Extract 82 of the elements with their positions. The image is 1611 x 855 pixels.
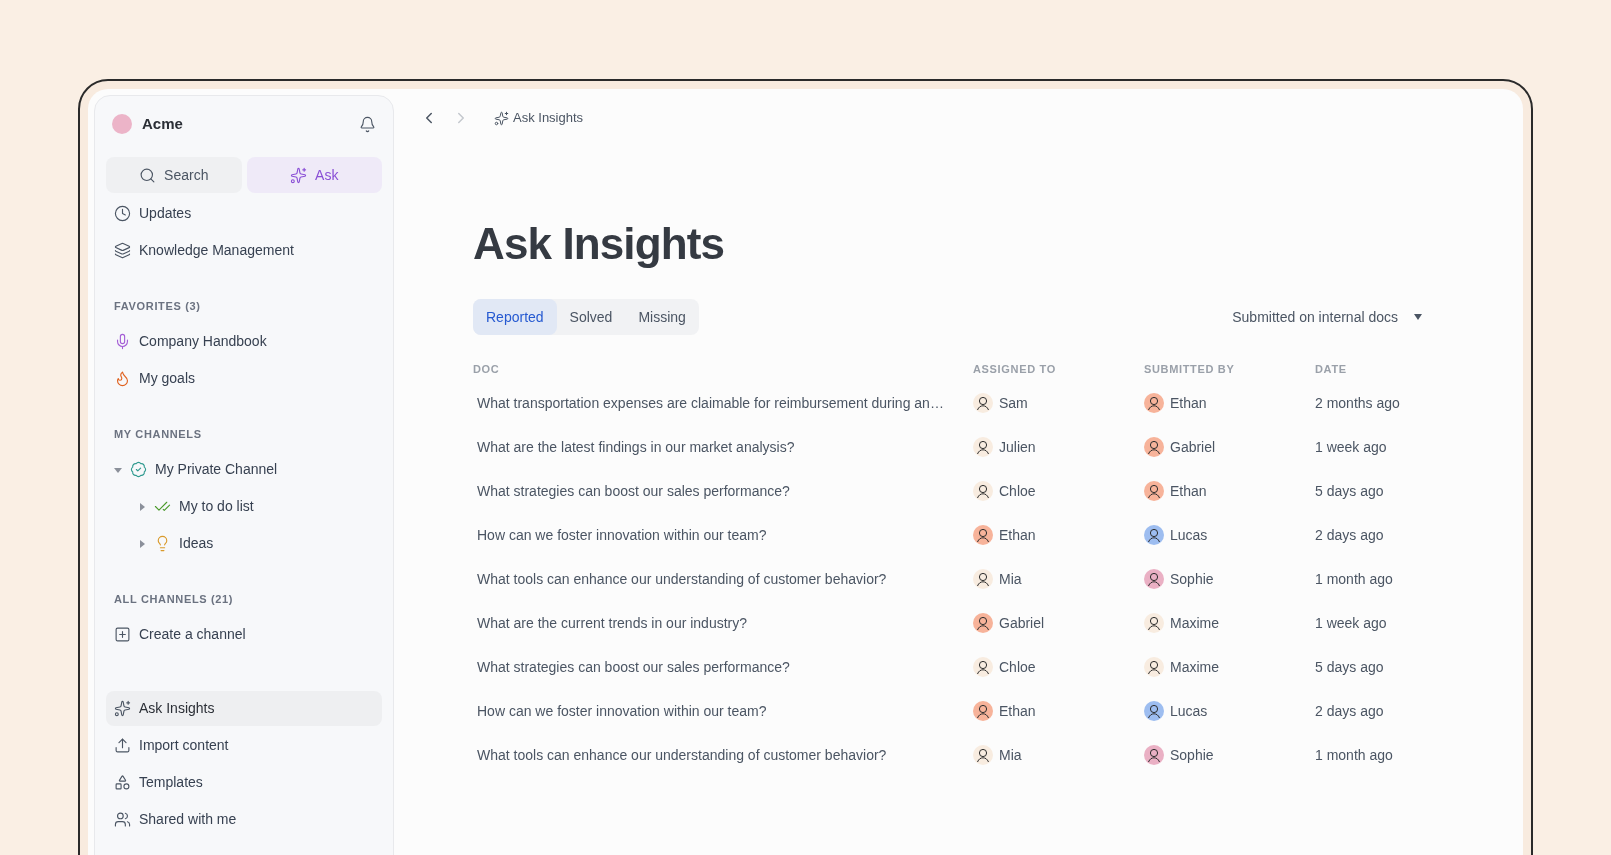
doc-cell[interactable]: What tools can enhance our understanding of customer behavior? — [473, 733, 973, 777]
sidebar-item[interactable]: Knowledge Management — [106, 232, 382, 269]
tab[interactable]: Missing — [625, 299, 699, 335]
column-header: DOC — [473, 361, 501, 377]
filter-dropdown[interactable]: Submitted on internal docs — [1232, 306, 1422, 328]
caret-icon[interactable] — [138, 502, 146, 511]
person-name: Gabriel — [999, 613, 1045, 633]
date-cell-text: 2 days ago — [1315, 525, 1385, 545]
caret-icon[interactable] — [114, 465, 122, 474]
person-name: Sophie — [1170, 745, 1214, 765]
dropdown-caret-icon — [1414, 314, 1422, 320]
doc-cell[interactable]: What are the current trends in our industry? — [473, 601, 973, 645]
notification-bell-icon[interactable] — [359, 115, 376, 133]
caret-icon[interactable] — [138, 539, 146, 548]
person-name: Ethan — [1170, 393, 1207, 413]
doc-cell[interactable]: What are the latest findings in our market analysis? — [473, 425, 973, 469]
person-name: Sam — [999, 393, 1028, 413]
doc-cell[interactable]: What transportation expenses are claimable for reimbursement during an… — [473, 381, 973, 425]
person-name: Julien — [999, 437, 1036, 457]
doc-cell[interactable]: How can we foster innovation within our team? — [473, 689, 973, 733]
person-name: Lucas — [1170, 701, 1208, 721]
date-cell-text: 1 month ago — [1315, 569, 1394, 589]
date-cell-text: 5 days ago — [1315, 481, 1385, 501]
person-name: Chloe — [999, 657, 1036, 677]
sidebar-item[interactable]: Ask Insights — [106, 691, 382, 726]
person-name: Lucas — [1170, 525, 1208, 545]
upload-icon — [114, 737, 131, 754]
page-title: Ask Insights — [473, 222, 726, 266]
sidebar-item[interactable]: Import content — [106, 728, 382, 763]
person-name: Sophie — [1170, 569, 1214, 589]
tab[interactable]: Solved — [556, 299, 626, 335]
person-name: Mia — [999, 569, 1022, 589]
section-heading: ALL CHANNELS (21) — [113, 591, 235, 607]
sidebar-item[interactable]: Create a channel — [106, 616, 382, 653]
person-name: Ethan — [999, 701, 1036, 721]
channel-item[interactable]: Ideas — [106, 525, 382, 562]
microphone-icon — [114, 333, 131, 350]
add-square-icon — [114, 626, 131, 643]
ask-button[interactable]: Ask — [246, 157, 382, 193]
date-cell-text: 5 days ago — [1315, 657, 1385, 677]
section-heading: MY CHANNELS — [113, 426, 203, 442]
person-name: Chloe — [999, 481, 1036, 501]
clock-icon — [114, 205, 131, 222]
column-header: ASSIGNED TO — [973, 361, 1057, 377]
flame-icon — [114, 370, 131, 387]
sparkle-icon — [114, 700, 131, 717]
person-name: Maxime — [1170, 613, 1219, 633]
sidebar-item[interactable]: My goals — [106, 360, 382, 397]
date-cell-text: 1 week ago — [1315, 437, 1388, 457]
breadcrumb[interactable]: Ask Insights — [494, 108, 584, 128]
badge-icon — [130, 461, 147, 478]
workspace-name[interactable]: Acme — [142, 112, 183, 136]
tab[interactable]: Reported — [473, 299, 557, 335]
doc-cell[interactable]: How can we foster innovation within our team? — [473, 513, 973, 557]
sidebar-item[interactable]: Company Handbook — [106, 323, 382, 360]
person-name: Maxime — [1170, 657, 1219, 677]
sparkle-icon — [494, 110, 509, 126]
person-name: Mia — [999, 745, 1022, 765]
sidebar-item[interactable]: Updates — [106, 195, 382, 232]
search-button[interactable]: Search — [106, 157, 242, 193]
date-cell-text: 1 week ago — [1315, 613, 1388, 633]
search-icon — [139, 166, 157, 184]
shapes-icon — [114, 774, 131, 791]
layers-icon — [114, 242, 131, 259]
column-header: DATE — [1315, 361, 1348, 377]
channel-item[interactable]: My to do list — [106, 488, 382, 525]
sparkle-icon — [290, 166, 308, 184]
section-heading: FAVORITES (3) — [113, 298, 202, 314]
people-icon — [114, 811, 131, 828]
doc-cell[interactable]: What strategies can boost our sales performance? — [473, 469, 973, 513]
channel-item[interactable]: My Private Channel — [106, 451, 382, 488]
date-cell-text: 2 months ago — [1315, 393, 1401, 413]
person-name: Gabriel — [1170, 437, 1216, 457]
date-cell-text: 2 days ago — [1315, 701, 1385, 721]
doc-cell[interactable]: What strategies can boost our sales performance? — [473, 645, 973, 689]
sidebar-item[interactable]: Shared with me — [106, 802, 382, 837]
sidebar-item[interactable]: Templates — [106, 765, 382, 800]
person-name: Ethan — [999, 525, 1036, 545]
doc-cell[interactable]: What tools can enhance our understanding of customer behavior? — [473, 557, 973, 601]
column-header: SUBMITTED BY — [1144, 361, 1236, 377]
person-name: Ethan — [1170, 481, 1207, 501]
date-cell-text: 1 month ago — [1315, 745, 1394, 765]
